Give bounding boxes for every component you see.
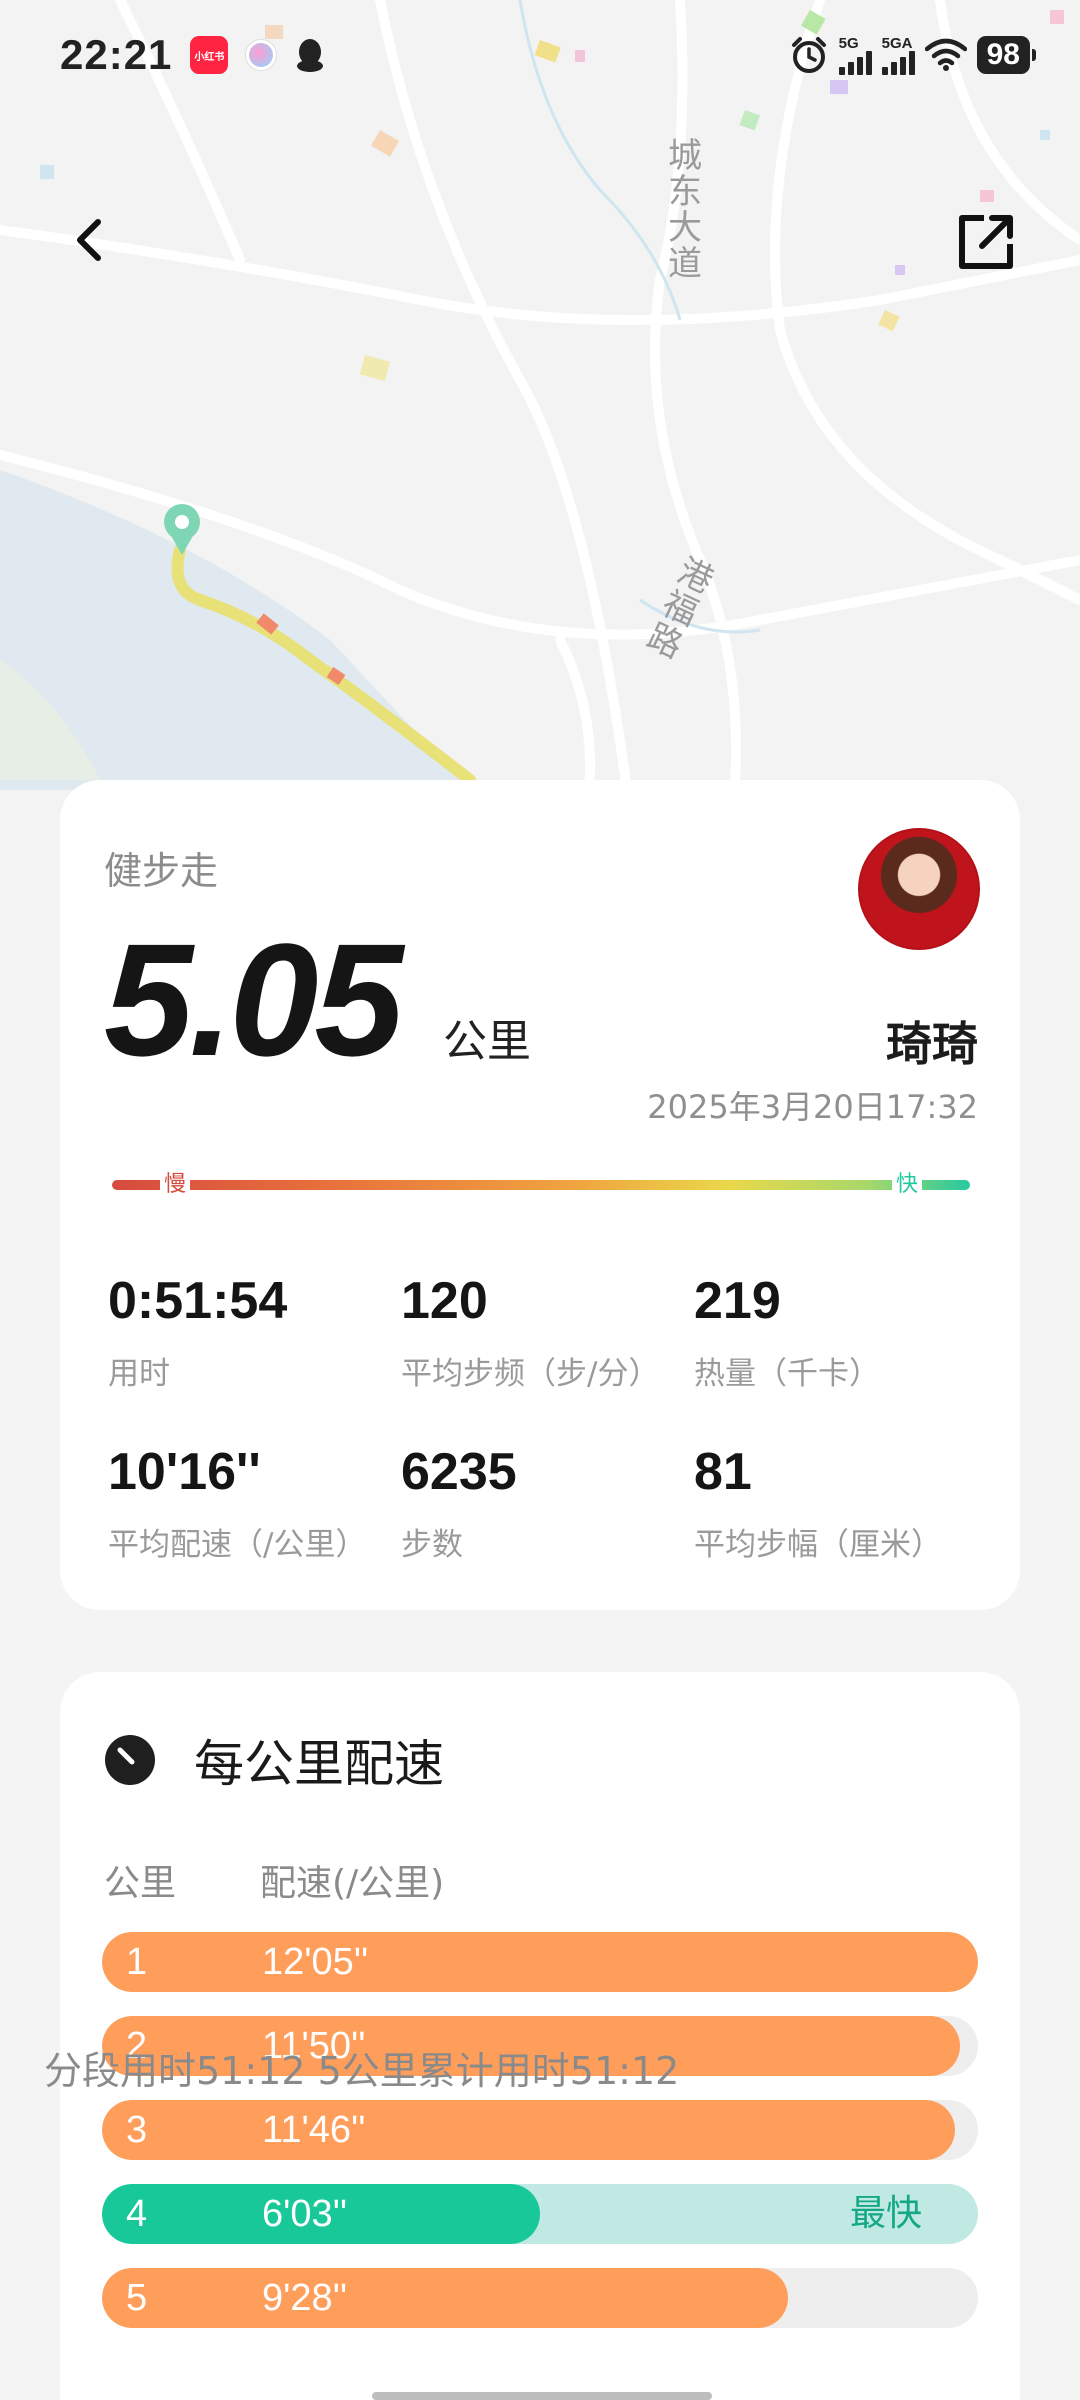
split-pace: 9'28'': [262, 2277, 348, 2319]
stat-value: 120: [401, 1272, 488, 1330]
split-row-km3: 3 11'46'': [102, 2100, 978, 2160]
column-header-km: 公里: [104, 1863, 177, 1904]
distance-unit: 公里: [443, 1016, 531, 1067]
share-export-icon[interactable]: [954, 210, 1018, 274]
signal-bars-icon: [838, 50, 872, 75]
signal-bars-icon: [881, 50, 915, 75]
status-time: 22:21: [60, 31, 173, 78]
fastest-split-badge: 最快: [849, 2193, 922, 2234]
pace-fast-label: 快: [892, 1170, 923, 1200]
qq-notification-icon: [297, 39, 324, 72]
pace-section-header: 每公里配速: [104, 1724, 444, 1796]
stat-label: 平均配速（/公里）: [108, 1527, 367, 1563]
network-type-label: 5GA: [881, 34, 913, 52]
speedometer-icon: [105, 1735, 155, 1785]
map-roads: [0, 0, 1080, 900]
stat-cadence: 120 平均步频（步/分）: [401, 1270, 694, 1393]
stat-avg-pace: 10'16'' 平均配速（/公里）: [108, 1441, 401, 1564]
split-km: 5: [126, 2277, 148, 2319]
stat-steps: 6235 步数: [401, 1441, 694, 1564]
stat-label: 热量（千卡）: [694, 1356, 880, 1392]
split-row-km5: 5 9'28'': [102, 2268, 978, 2328]
sport-type-label: 健步走: [104, 849, 219, 893]
alarm-icon: [791, 37, 826, 73]
split-pace: 6'03'': [262, 2193, 348, 2235]
cellular-signal-2: 5GA: [881, 34, 915, 75]
split-pace: 12'05'': [262, 1941, 369, 1983]
pace-gradient-track: [112, 1180, 970, 1190]
stat-duration: 0:51:54 用时: [108, 1270, 401, 1393]
workout-summary-card: 健步走 5.05 公里 琦琦 2025年3月20日17:32 慢 快 0:51:…: [60, 780, 1020, 1610]
status-bar: 22:21 小红书 5G 5GA 98: [0, 0, 1080, 110]
app-notification-icon: [246, 40, 277, 70]
pace-per-km-card: 每公里配速 公里 配速(/公里) 1 12'05'' 2 11'50'' 3 1…: [60, 1672, 1020, 2400]
workout-datetime: 2025年3月20日17:32: [647, 1088, 978, 1126]
stat-value: 10'16'': [108, 1443, 261, 1501]
route-map[interactable]: 城东大道 港福路: [0, 0, 1080, 900]
user-avatar[interactable]: [858, 828, 980, 950]
stat-label: 步数: [401, 1527, 463, 1563]
user-name: 琦琦: [886, 1017, 978, 1071]
split-bar: [102, 1932, 978, 1992]
distance-value: 5.05: [104, 910, 403, 1089]
stat-value: 219: [694, 1272, 781, 1330]
stat-value: 81: [694, 1443, 752, 1501]
split-pace: 11'46'': [262, 2109, 366, 2151]
cellular-signal-1: 5G: [838, 34, 872, 75]
pace-slow-label: 慢: [160, 1170, 191, 1200]
stat-stride: 81 平均步幅（厘米）: [694, 1441, 988, 1564]
stat-value: 0:51:54: [108, 1272, 288, 1330]
split-km: 4: [126, 2193, 148, 2235]
stat-label: 平均步频（步/分）: [401, 1356, 660, 1392]
split-bar: [102, 2100, 956, 2160]
split-km: 1: [126, 1941, 148, 1983]
battery-indicator: 98: [976, 36, 1037, 74]
pace-section-title: 每公里配速: [194, 1735, 444, 1793]
split-totals-summary: 分段用时51:12 5公里累计用时51:12: [44, 2049, 680, 2093]
stat-value: 6235: [401, 1443, 517, 1501]
stat-calories: 219 热量（千卡）: [694, 1270, 988, 1393]
split-km: 3: [126, 2109, 148, 2151]
xiaohongshu-notification-icon: 小红书: [190, 36, 229, 74]
column-header-pace: 配速(/公里): [260, 1863, 445, 1904]
stats-grid: 0:51:54 用时 120 平均步频（步/分） 219 热量（千卡） 10'1…: [108, 1270, 988, 1564]
road-label-chengdong: 城东大道: [668, 136, 702, 284]
network-type-label: 5G: [838, 34, 859, 52]
split-row-km4: 4 6'03'' 最快: [102, 2184, 978, 2244]
split-bar: [102, 2268, 788, 2328]
stat-label: 平均步幅（厘米）: [694, 1527, 942, 1563]
wifi-icon: [924, 38, 967, 71]
split-row-km1: 1 12'05'': [102, 1932, 978, 1992]
back-arrow-icon[interactable]: [60, 210, 120, 270]
stat-label: 用时: [108, 1356, 170, 1392]
pace-legend-bar: 慢 快: [112, 1170, 970, 1200]
home-indicator[interactable]: [372, 2392, 712, 2400]
